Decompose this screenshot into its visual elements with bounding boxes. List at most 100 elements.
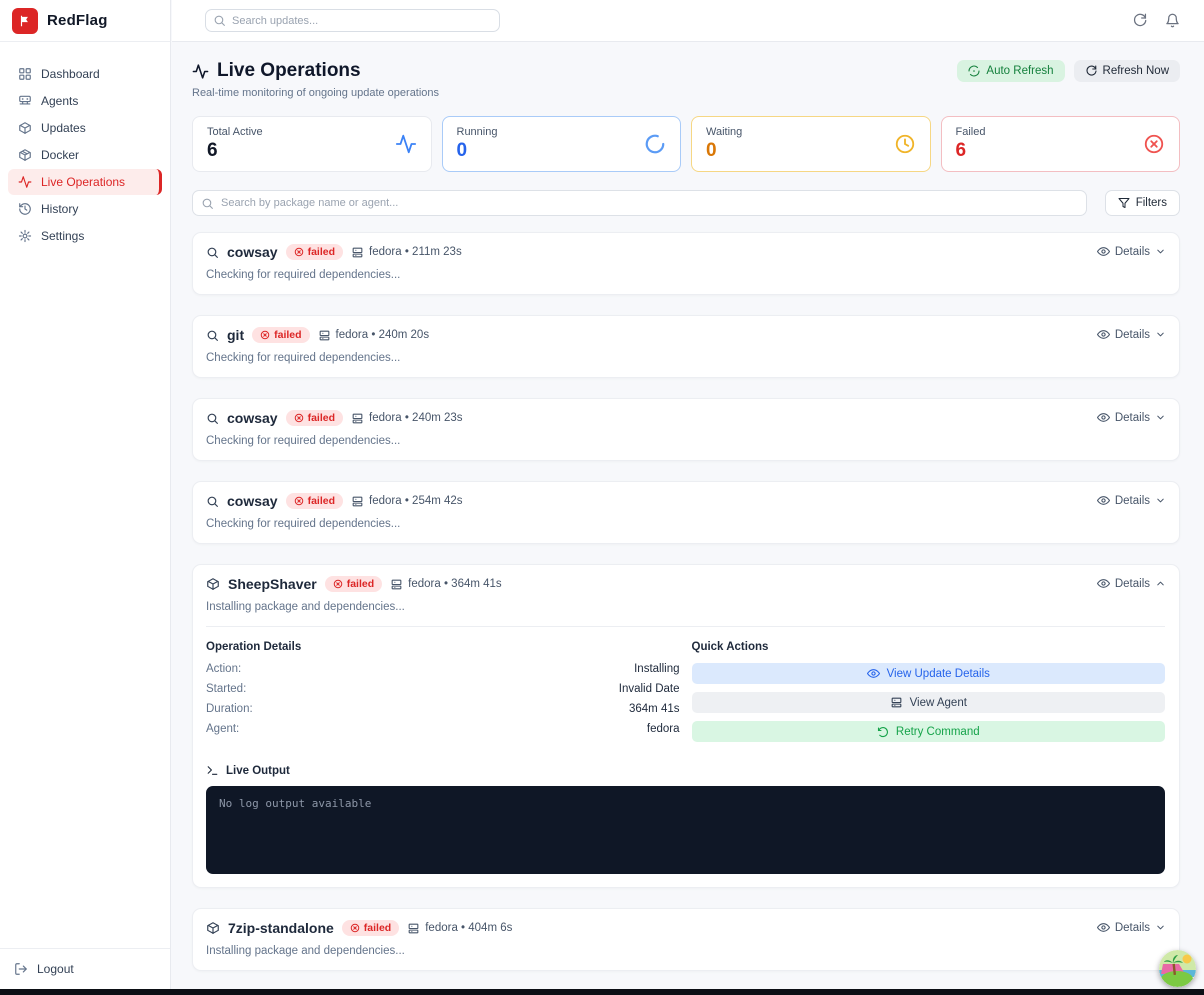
operation-message: Installing package and dependencies... [206,945,1165,957]
eye-icon [867,667,880,680]
operation-card: cowsay failed fedora • 211m 23s Checking… [192,232,1180,295]
global-search-input[interactable] [205,9,500,32]
sidebar-item-dashboard[interactable]: Dashboard [8,61,162,87]
operations-search-input[interactable] [192,190,1087,216]
island-icon [1159,950,1196,987]
top-header [172,0,1204,42]
quick-actions-title: Quick Actions [692,641,1166,653]
details-button[interactable]: Details [1097,921,1166,934]
refresh-icon[interactable] [1132,13,1147,28]
sidebar-item-docker[interactable]: Docker [8,142,162,168]
details-button[interactable]: Details [1097,328,1166,341]
sidebar-item-label: Settings [41,229,84,243]
auto-refresh-icon [968,65,980,77]
logout-button[interactable]: Logout [0,948,170,989]
stat-card-failed: Failed 6 [941,116,1181,172]
stat-card-total-active: Total Active 6 [192,116,432,172]
main-content: Live Operations Real-time monitoring of … [172,42,1204,995]
page-title: Live Operations [217,60,361,82]
stat-label: Failed [956,126,986,138]
search-icon [206,412,219,425]
gear-icon [18,229,32,243]
stat-value: 6 [956,140,986,162]
agent-icon [318,329,331,342]
refresh-now-button[interactable]: Refresh Now [1074,60,1180,82]
sidebar-item-agents[interactable]: Agents [8,88,162,114]
operation-meta: fedora • 254m 42s [351,495,463,508]
live-output-title: Live Output [226,765,290,777]
operation-details-section: Operation Details Action:Installing Star… [206,641,680,750]
operation-meta: fedora • 404m 6s [407,922,512,935]
stat-card-running: Running 0 [442,116,682,172]
eye-icon [1097,577,1110,590]
status-badge: failed [286,410,343,426]
activity-icon [395,133,417,155]
sidebar-item-settings[interactable]: Settings [8,223,162,249]
terminal-icon [206,764,219,777]
operations-list: cowsay failed fedora • 211m 23s Checking… [192,232,1180,971]
package-name: cowsay [227,244,278,260]
package-name: cowsay [227,493,278,509]
x-circle-icon [294,413,304,423]
activity-icon [18,175,32,189]
refresh-icon [1085,65,1097,77]
agent-icon [351,246,364,259]
details-button[interactable]: Details [1097,245,1166,258]
details-button[interactable]: Details [1097,494,1166,507]
agents-icon [18,94,32,108]
sidebar-item-label: Dashboard [41,67,100,81]
auto-refresh-button[interactable]: Auto Refresh [957,60,1064,82]
package-icon [206,577,220,591]
operation-card: git failed fedora • 240m 20s Checking fo… [192,315,1180,378]
package-icon [18,121,32,135]
operation-message: Checking for required dependencies... [206,352,1165,364]
x-circle-icon [350,923,360,933]
island-widget[interactable] [1159,950,1196,987]
details-button[interactable]: Details [1097,577,1166,590]
x-circle-icon [1143,133,1165,155]
stat-value: 6 [207,140,263,162]
agent-icon [890,696,903,709]
operation-meta: fedora • 240m 20s [318,329,430,342]
view-update-details-button[interactable]: View Update Details [692,663,1166,684]
sidebar-nav: Dashboard Agents Updates Docker Live Ope… [0,42,170,249]
retry-command-button[interactable]: Retry Command [692,721,1166,742]
bottom-bar [0,989,1204,995]
spinner-icon [644,133,666,155]
sidebar-item-label: Live Operations [41,175,125,189]
sidebar-item-label: Docker [41,148,79,162]
filters-button[interactable]: Filters [1105,190,1180,216]
operation-card: cowsay failed fedora • 254m 42s Checking… [192,481,1180,544]
chevron-down-icon [1155,412,1166,423]
stat-value: 0 [706,140,742,162]
detail-row-started: Started:Invalid Date [206,683,680,695]
bell-icon[interactable] [1165,13,1180,28]
details-button[interactable]: Details [1097,411,1166,424]
package-name: git [227,327,244,343]
operation-details-title: Operation Details [206,641,680,653]
operation-card: cowsay failed fedora • 240m 23s Checking… [192,398,1180,461]
x-circle-icon [294,496,304,506]
operation-meta: fedora • 240m 23s [351,412,463,425]
package-name: SheepShaver [228,576,317,592]
package-icon [206,921,220,935]
operation-meta: fedora • 364m 41s [390,578,502,591]
operation-card-expanded: SheepShaver failed fedora • 364m 41s Ins… [192,564,1180,888]
status-badge: failed [252,327,309,343]
search-icon [213,14,226,27]
sidebar-item-label: Agents [41,94,78,108]
sidebar-item-history[interactable]: History [8,196,162,222]
x-circle-icon [333,579,343,589]
sidebar-item-live-operations[interactable]: Live Operations [8,169,162,195]
agent-icon [407,922,420,935]
operation-message: Checking for required dependencies... [206,435,1165,447]
x-circle-icon [260,330,270,340]
eye-icon [1097,245,1110,258]
sidebar-item-updates[interactable]: Updates [8,115,162,141]
package-name: cowsay [227,410,278,426]
view-agent-button[interactable]: View Agent [692,692,1166,713]
redflag-logo-icon [12,8,38,34]
agent-icon [390,578,403,591]
search-icon [206,329,219,342]
stat-label: Running [457,126,498,138]
